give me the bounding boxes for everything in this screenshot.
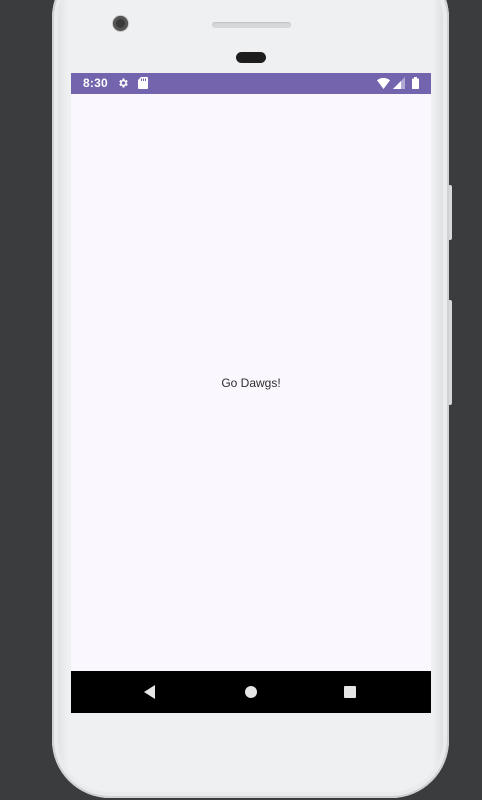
recents-icon[interactable]: [340, 682, 360, 702]
back-icon[interactable]: [141, 682, 161, 702]
home-icon[interactable]: [241, 682, 261, 702]
device-screen: 8:30 Go Dawgs!: [71, 73, 431, 713]
app-content: Go Dawgs!: [71, 94, 431, 671]
status-bar: 8:30: [71, 73, 431, 94]
front-camera: [113, 16, 128, 31]
battery-icon: [412, 77, 419, 89]
sd-card-icon: [138, 77, 148, 89]
gear-icon: [119, 78, 128, 88]
cell-signal-icon: [393, 77, 405, 89]
earpiece-speaker: [212, 22, 291, 28]
proximity-sensor: [236, 52, 266, 63]
greeting-text: Go Dawgs!: [221, 376, 281, 390]
navigation-bar: [71, 671, 431, 713]
status-time: 8:30: [83, 76, 108, 90]
emulator-stage: 8:30 Go Dawgs!: [0, 0, 482, 800]
wifi-icon: [377, 78, 390, 89]
